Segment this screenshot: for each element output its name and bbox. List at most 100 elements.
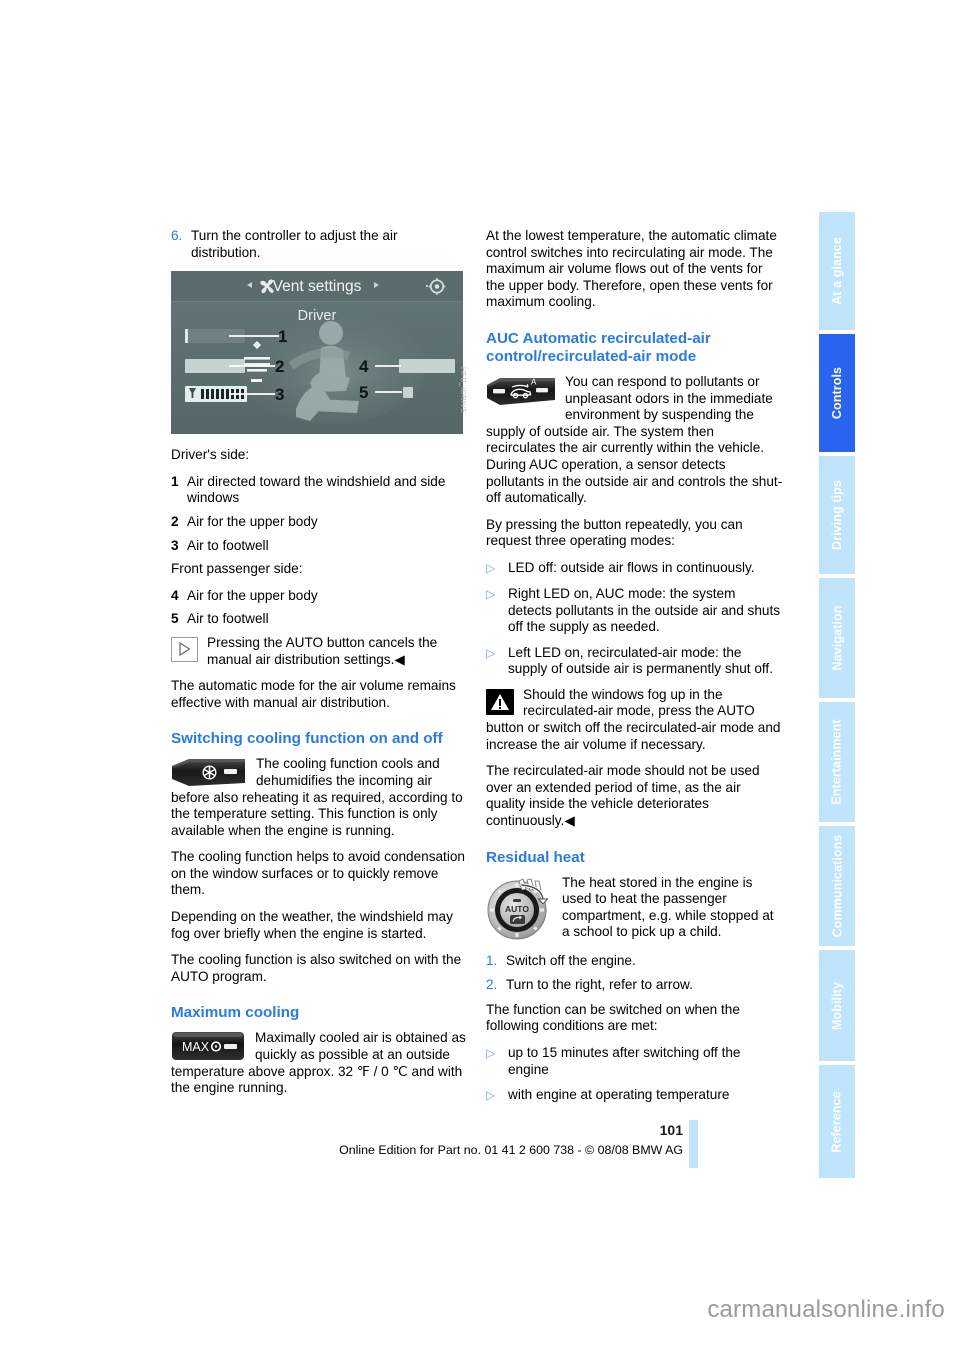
residual-step-1: 1. Switch off the engine. [486, 953, 783, 970]
triangle-bullet-icon: ▷ [486, 645, 496, 660]
callout-4: 4 Air for the upper body [171, 588, 468, 605]
tab-reference[interactable]: Reference [819, 1065, 855, 1178]
triangle-bullet-icon: ▷ [486, 1088, 496, 1103]
manual-page: At a glance Controls Driving tips Naviga… [0, 0, 960, 1358]
tab-label: At a glance [830, 237, 845, 305]
bullet-text: up to 15 minutes after switching off the… [508, 1045, 741, 1077]
callout-text: Air directed toward the windshield and s… [187, 473, 446, 506]
tab-at-a-glance[interactable]: At a glance [819, 212, 855, 332]
triangle-bullet-icon: ▷ [486, 560, 496, 575]
residual-step-2: 2. Turn to the right, refer to arrow. [486, 977, 783, 994]
cooling-paragraph-4: The cooling function is also switched on… [171, 952, 462, 984]
heading-auc: AUC Automatic recirculated-air control/r… [486, 329, 711, 365]
callout-text: Air for the upper body [187, 587, 318, 603]
auc-paragraph-2: By pressing the button repeatedly, you c… [486, 516, 743, 549]
rotary-knob-icon: AUTO [487, 878, 549, 940]
warning-text-1: Should the windows fog up in the recircu… [486, 686, 781, 752]
heading-switching-cooling: Switching cooling function on and off [171, 730, 443, 748]
section-tab-rail: At a glance Controls Driving tips Naviga… [819, 212, 855, 1178]
step-text: Switch off the engine. [506, 952, 636, 968]
step-text: Turn to the right, refer to arrow. [506, 977, 693, 993]
drivers-side-label: Driver's side: [171, 447, 250, 463]
ac-button-block: The cooling function cools and dehumidif… [171, 756, 468, 839]
auc-mode-2: ▷ Right LED on, AUC mode: the system det… [486, 586, 783, 636]
page-number: 101 [659, 1122, 683, 1138]
tab-navigation[interactable]: Navigation [819, 578, 855, 700]
max-button-block: MAX Maximally cooled air is obtained as … [171, 1030, 468, 1096]
max-label: MAX [182, 1040, 210, 1054]
callout-number: 4 [171, 587, 179, 603]
tab-entertainment[interactable]: Entertainment [819, 702, 855, 824]
snowflake-button-icon [172, 759, 245, 787]
step-6: 6. Turn the controller to adjust the air… [171, 228, 468, 261]
step-number: 1. [486, 952, 498, 968]
bullet-text: Right LED on, AUC mode: the system detec… [508, 585, 781, 635]
auc-button-block: A You can respond to pollutants or unple… [486, 374, 783, 507]
conditions-intro: The function can be switched on when the… [486, 1001, 740, 1034]
residual-heat-block: AUTO The heat stored in the engine is us… [486, 875, 783, 943]
bullet-text: with engine at operating temperature [508, 1087, 730, 1103]
cooling-paragraph-3: Depending on the weather, the windshield… [171, 909, 453, 941]
tab-controls[interactable]: Controls [819, 334, 855, 454]
triangle-bullet-icon: ▷ [486, 586, 496, 601]
tab-label: Driving tips [830, 480, 844, 550]
step-number: 2. [486, 977, 498, 993]
callout-number: 5 [171, 611, 179, 627]
warning-block: Should the windows fog up in the recircu… [486, 687, 783, 753]
triangle-bullet-icon: ▷ [486, 1046, 496, 1060]
tab-driving-tips[interactable]: Driving tips [819, 456, 855, 576]
tab-label: Navigation [830, 605, 844, 671]
auto-mode-paragraph: The automatic mode for the air volume re… [171, 678, 456, 710]
passenger-side-label: Front passenger side: [171, 561, 303, 577]
warning-icon [486, 688, 514, 715]
residual-heat-knob-illustration: AUTO [486, 876, 552, 942]
callout-text: Air to footwell [187, 611, 269, 627]
callout-5: 5 Air to footwell [171, 611, 468, 628]
heading-maximum-cooling: Maximum cooling [171, 1004, 300, 1022]
condition-2: ▷ with engine at operating temperature [486, 1087, 783, 1104]
note-icon [171, 636, 198, 662]
left-text-column: 6. Turn the controller to adjust the air… [171, 228, 468, 1107]
condition-1: ▷ up to 15 minutes after switching off t… [486, 1045, 783, 1078]
knob-auto-label: AUTO [505, 904, 529, 914]
max-cooling-button-icon: MAX [172, 1032, 244, 1061]
tab-label: Reference [830, 1090, 845, 1153]
play-triangle-icon [179, 642, 191, 657]
callout-text: Air for the upper body [187, 513, 318, 529]
right-text-column: At the lowest temperature, the automatic… [486, 228, 783, 1113]
tab-label: Communications [830, 834, 844, 938]
callout-1: 1 Air directed toward the windshield and… [171, 474, 468, 507]
heading-residual-heat: Residual heat [486, 848, 585, 866]
bullet-text: Left LED on, recirculated-air mode: the … [508, 644, 773, 677]
warning-text-2: The recirculated-air mode should not be … [486, 763, 760, 829]
lowest-temperature-paragraph: At the lowest temperature, the automatic… [486, 228, 777, 310]
callout-text: Air to footwell [187, 537, 269, 553]
watermark: carmanualsonline.info [707, 1296, 945, 1323]
callout-2: 2 Air for the upper body [171, 514, 468, 531]
note-text: Pressing the AUTO button cancels the man… [207, 634, 438, 667]
tab-label: Entertainment [830, 719, 844, 805]
step-number: 6. [171, 228, 183, 243]
callout-3: 3 Air to footwell [171, 538, 468, 555]
max-button-illustration: MAX [171, 1031, 245, 1061]
auc-button-illustration: A [486, 375, 556, 407]
edition-notice: Online Edition for Part no. 01 41 2 600 … [339, 1143, 683, 1157]
ac-button-illustration [171, 757, 247, 788]
callout-number: 1 [171, 473, 179, 489]
figure-spacer [171, 269, 468, 447]
auc-mode-1: ▷ LED off: outside air flows in continuo… [486, 560, 783, 577]
footer-accent-bar [689, 1120, 698, 1168]
tab-communications[interactable]: Communications [819, 826, 855, 948]
auc-a-letter: A [531, 377, 537, 386]
step-text: Turn the controller to adjust the air di… [191, 228, 398, 260]
warning-triangle-icon [491, 693, 509, 710]
callout-number: 2 [171, 513, 179, 529]
tab-label: Controls [830, 366, 844, 420]
callout-number: 3 [171, 537, 179, 553]
bullet-text: LED off: outside air flows in continuous… [508, 559, 755, 575]
recirculated-air-button-icon: A [487, 377, 555, 405]
note-block: Pressing the AUTO button cancels the man… [171, 635, 468, 668]
auc-mode-3: ▷ Left LED on, recirculated-air mode: th… [486, 645, 783, 678]
tab-mobility[interactable]: Mobility [819, 950, 855, 1063]
cooling-paragraph-2: The cooling function helps to avoid cond… [171, 849, 465, 898]
